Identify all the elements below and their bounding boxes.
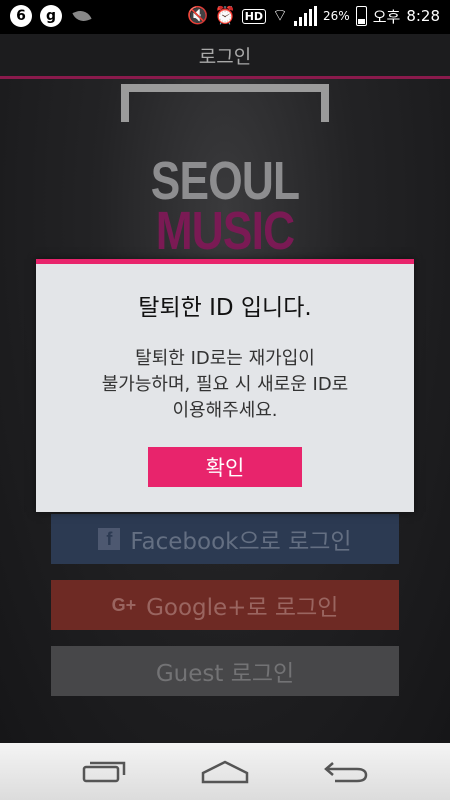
back-button[interactable] [296, 743, 396, 800]
battery-icon [355, 6, 367, 26]
page-title: 로그인 [198, 45, 252, 68]
app-notification-icon: 6 [10, 5, 32, 27]
dialog-message-line: 탈퇴한 ID로는 재가입이 [135, 348, 315, 369]
battery-percent: 26% [323, 9, 350, 23]
hd-icon: HD [241, 8, 267, 24]
frame-bracket-decoration [121, 84, 329, 122]
google-login-label: Google+로 로그인 [146, 595, 339, 621]
google-login-button[interactable]: G+ Google+로 로그인 [51, 580, 399, 630]
signal-icon [294, 6, 318, 26]
google-plus-icon: G+ [111, 594, 137, 615]
dialog-message-line: 불가능하며, 필요 시 새로운 ID로 [101, 374, 349, 395]
back-icon [324, 761, 368, 782]
withdrawn-id-dialog: 탈퇴한 ID 입니다. 탈퇴한 ID로는 재가입이 불가능하며, 필요 시 새로… [36, 259, 414, 512]
home-icon [201, 760, 249, 783]
confirm-button[interactable]: 확인 [148, 447, 302, 487]
mute-icon: 🔇 [187, 6, 209, 26]
title-bar: 로그인 [0, 34, 450, 79]
logo-music: MUSIC [155, 201, 295, 261]
dialog-message-line: 이용해주세요. [172, 400, 278, 421]
home-button[interactable] [175, 743, 275, 800]
leaf-icon [72, 7, 92, 25]
guest-login-button[interactable]: Guest 로그인 [51, 646, 399, 696]
dialog-title: 탈퇴한 ID 입니다. [138, 295, 312, 321]
recent-apps-icon [82, 761, 126, 782]
status-time: 8:28 [406, 7, 440, 25]
facebook-login-button[interactable]: f Facebook으로 로그인 [51, 514, 399, 564]
alarm-icon: ⏰ [214, 6, 236, 26]
guest-login-label: Guest 로그인 [155, 661, 295, 687]
g-notification-icon: g [40, 5, 62, 27]
system-nav-bar [0, 743, 450, 800]
recent-apps-button[interactable] [55, 743, 155, 800]
status-ampm: 오후 [372, 7, 401, 26]
status-bar: 6 g 🔇 ⏰ HD ⌔ 26% 오후 8:28 [0, 0, 450, 34]
dialog-message: 탈퇴한 ID로는 재가입이 불가능하며, 필요 시 새로운 ID로 이용해주세요… [56, 346, 394, 424]
facebook-login-label: Facebook으로 로그인 [130, 529, 352, 555]
wifi-icon: ⌔ [272, 6, 289, 26]
facebook-icon: f [98, 528, 121, 550]
